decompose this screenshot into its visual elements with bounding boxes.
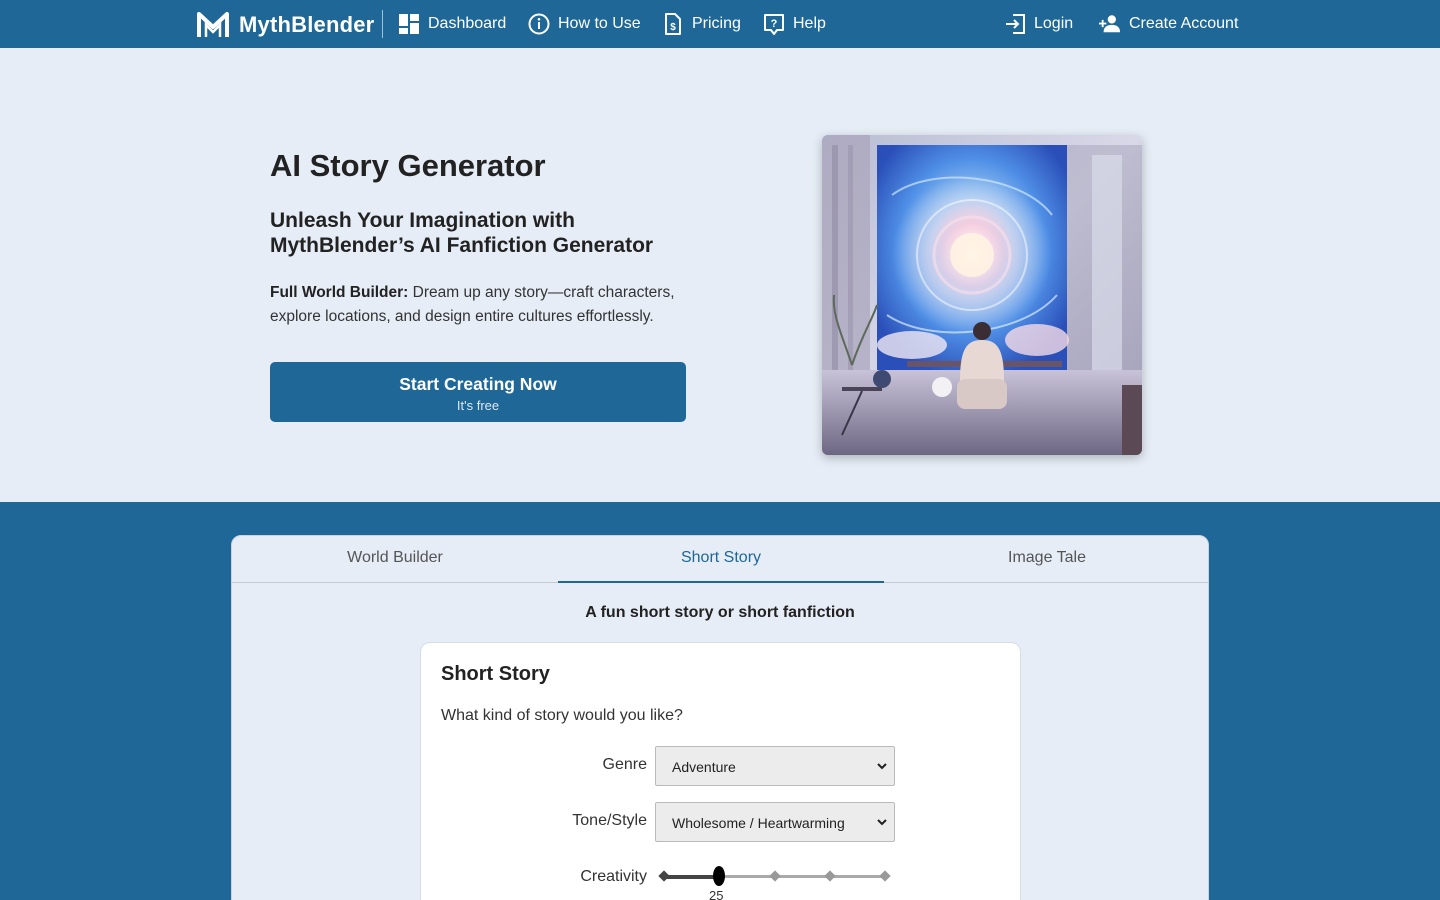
- tab-world-builder[interactable]: World Builder: [232, 536, 558, 583]
- tone-select[interactable]: Wholesome / Heartwarming: [655, 802, 895, 842]
- svg-text:?: ?: [771, 18, 778, 30]
- brand-name: MythBlender: [239, 12, 375, 37]
- cta-sub-label: It's free: [456, 398, 500, 413]
- tone-label: Tone/Style: [572, 812, 647, 829]
- cta-main-label: Start Creating Now: [399, 374, 557, 394]
- pricing-icon: $: [665, 13, 681, 35]
- login-link[interactable]: Login: [1004, 11, 1073, 37]
- add-user-icon: [1099, 15, 1121, 33]
- mythblender-logo-icon: [197, 12, 229, 37]
- tone-selected-value: Wholesome / Heartwarming: [672, 815, 845, 831]
- nav-how-to-use-label: How to Use: [558, 15, 641, 32]
- card-title: Short Story: [441, 663, 550, 685]
- hero-title: AI Story Generator: [270, 148, 546, 183]
- card-question: What kind of story would you like?: [441, 707, 683, 724]
- creativity-slider[interactable]: [655, 859, 895, 899]
- nav-help-label: Help: [793, 15, 826, 32]
- svg-text:$: $: [670, 22, 676, 33]
- slider-tick: [879, 870, 891, 882]
- nav-pricing-label: Pricing: [692, 15, 741, 32]
- slider-tick: [824, 870, 836, 882]
- start-creating-button[interactable]: Start Creating Now It's free: [270, 362, 686, 422]
- genre-label: Genre: [602, 756, 647, 773]
- slider-tick: [769, 870, 781, 882]
- nav-dashboard[interactable]: Dashboard: [398, 11, 506, 37]
- login-label: Login: [1034, 15, 1074, 32]
- slider-track: [717, 875, 885, 878]
- nav-divider: [382, 10, 383, 38]
- create-account-link[interactable]: Create Account: [1099, 11, 1238, 37]
- brand-logo-link[interactable]: MythBlender: [197, 11, 374, 39]
- hero-description: Full World Builder: Dream up any story—c…: [270, 281, 690, 329]
- slider-thumb[interactable]: [713, 866, 725, 886]
- tab-bar: World Builder Short Story Image Tale: [232, 536, 1208, 583]
- hero-illustration: [822, 135, 1142, 455]
- tab-image-tale[interactable]: Image Tale: [884, 536, 1210, 583]
- genre-selected-value: Adventure: [672, 759, 736, 775]
- chevron-down-icon: [877, 819, 887, 826]
- info-icon: [528, 13, 550, 35]
- create-account-label: Create Account: [1129, 15, 1239, 32]
- hero-description-bold: Full World Builder:: [270, 284, 409, 301]
- nav-how-to-use[interactable]: How to Use: [528, 11, 641, 37]
- generator-section: World Builder Short Story Image Tale A f…: [0, 502, 1440, 900]
- tab-short-story[interactable]: Short Story: [558, 536, 884, 583]
- top-navbar: MythBlender Dashboard How to Use $ Prici…: [0, 0, 1440, 48]
- help-icon: ?: [764, 14, 784, 35]
- nav-help[interactable]: ? Help: [763, 11, 826, 37]
- nav-dashboard-label: Dashboard: [428, 15, 507, 32]
- genre-select[interactable]: Adventure: [655, 746, 895, 786]
- slider-tick: [658, 870, 670, 882]
- slider-fill: [665, 875, 717, 879]
- creativity-label: Creativity: [580, 868, 647, 885]
- short-story-card: Short Story What kind of story would you…: [420, 642, 1021, 900]
- hero-subtitle: Unleash Your Imagination with MythBlende…: [270, 209, 654, 257]
- generator-panel: World Builder Short Story Image Tale A f…: [231, 535, 1209, 900]
- panel-caption: A fun short story or short fanfiction: [585, 604, 855, 621]
- hero-section: AI Story Generator Unleash Your Imaginat…: [0, 48, 1440, 502]
- creativity-value: 25: [709, 888, 724, 900]
- login-icon: [1006, 14, 1025, 34]
- dashboard-icon: [399, 14, 419, 34]
- chevron-down-icon: [877, 763, 887, 770]
- nav-pricing[interactable]: $ Pricing: [662, 11, 741, 37]
